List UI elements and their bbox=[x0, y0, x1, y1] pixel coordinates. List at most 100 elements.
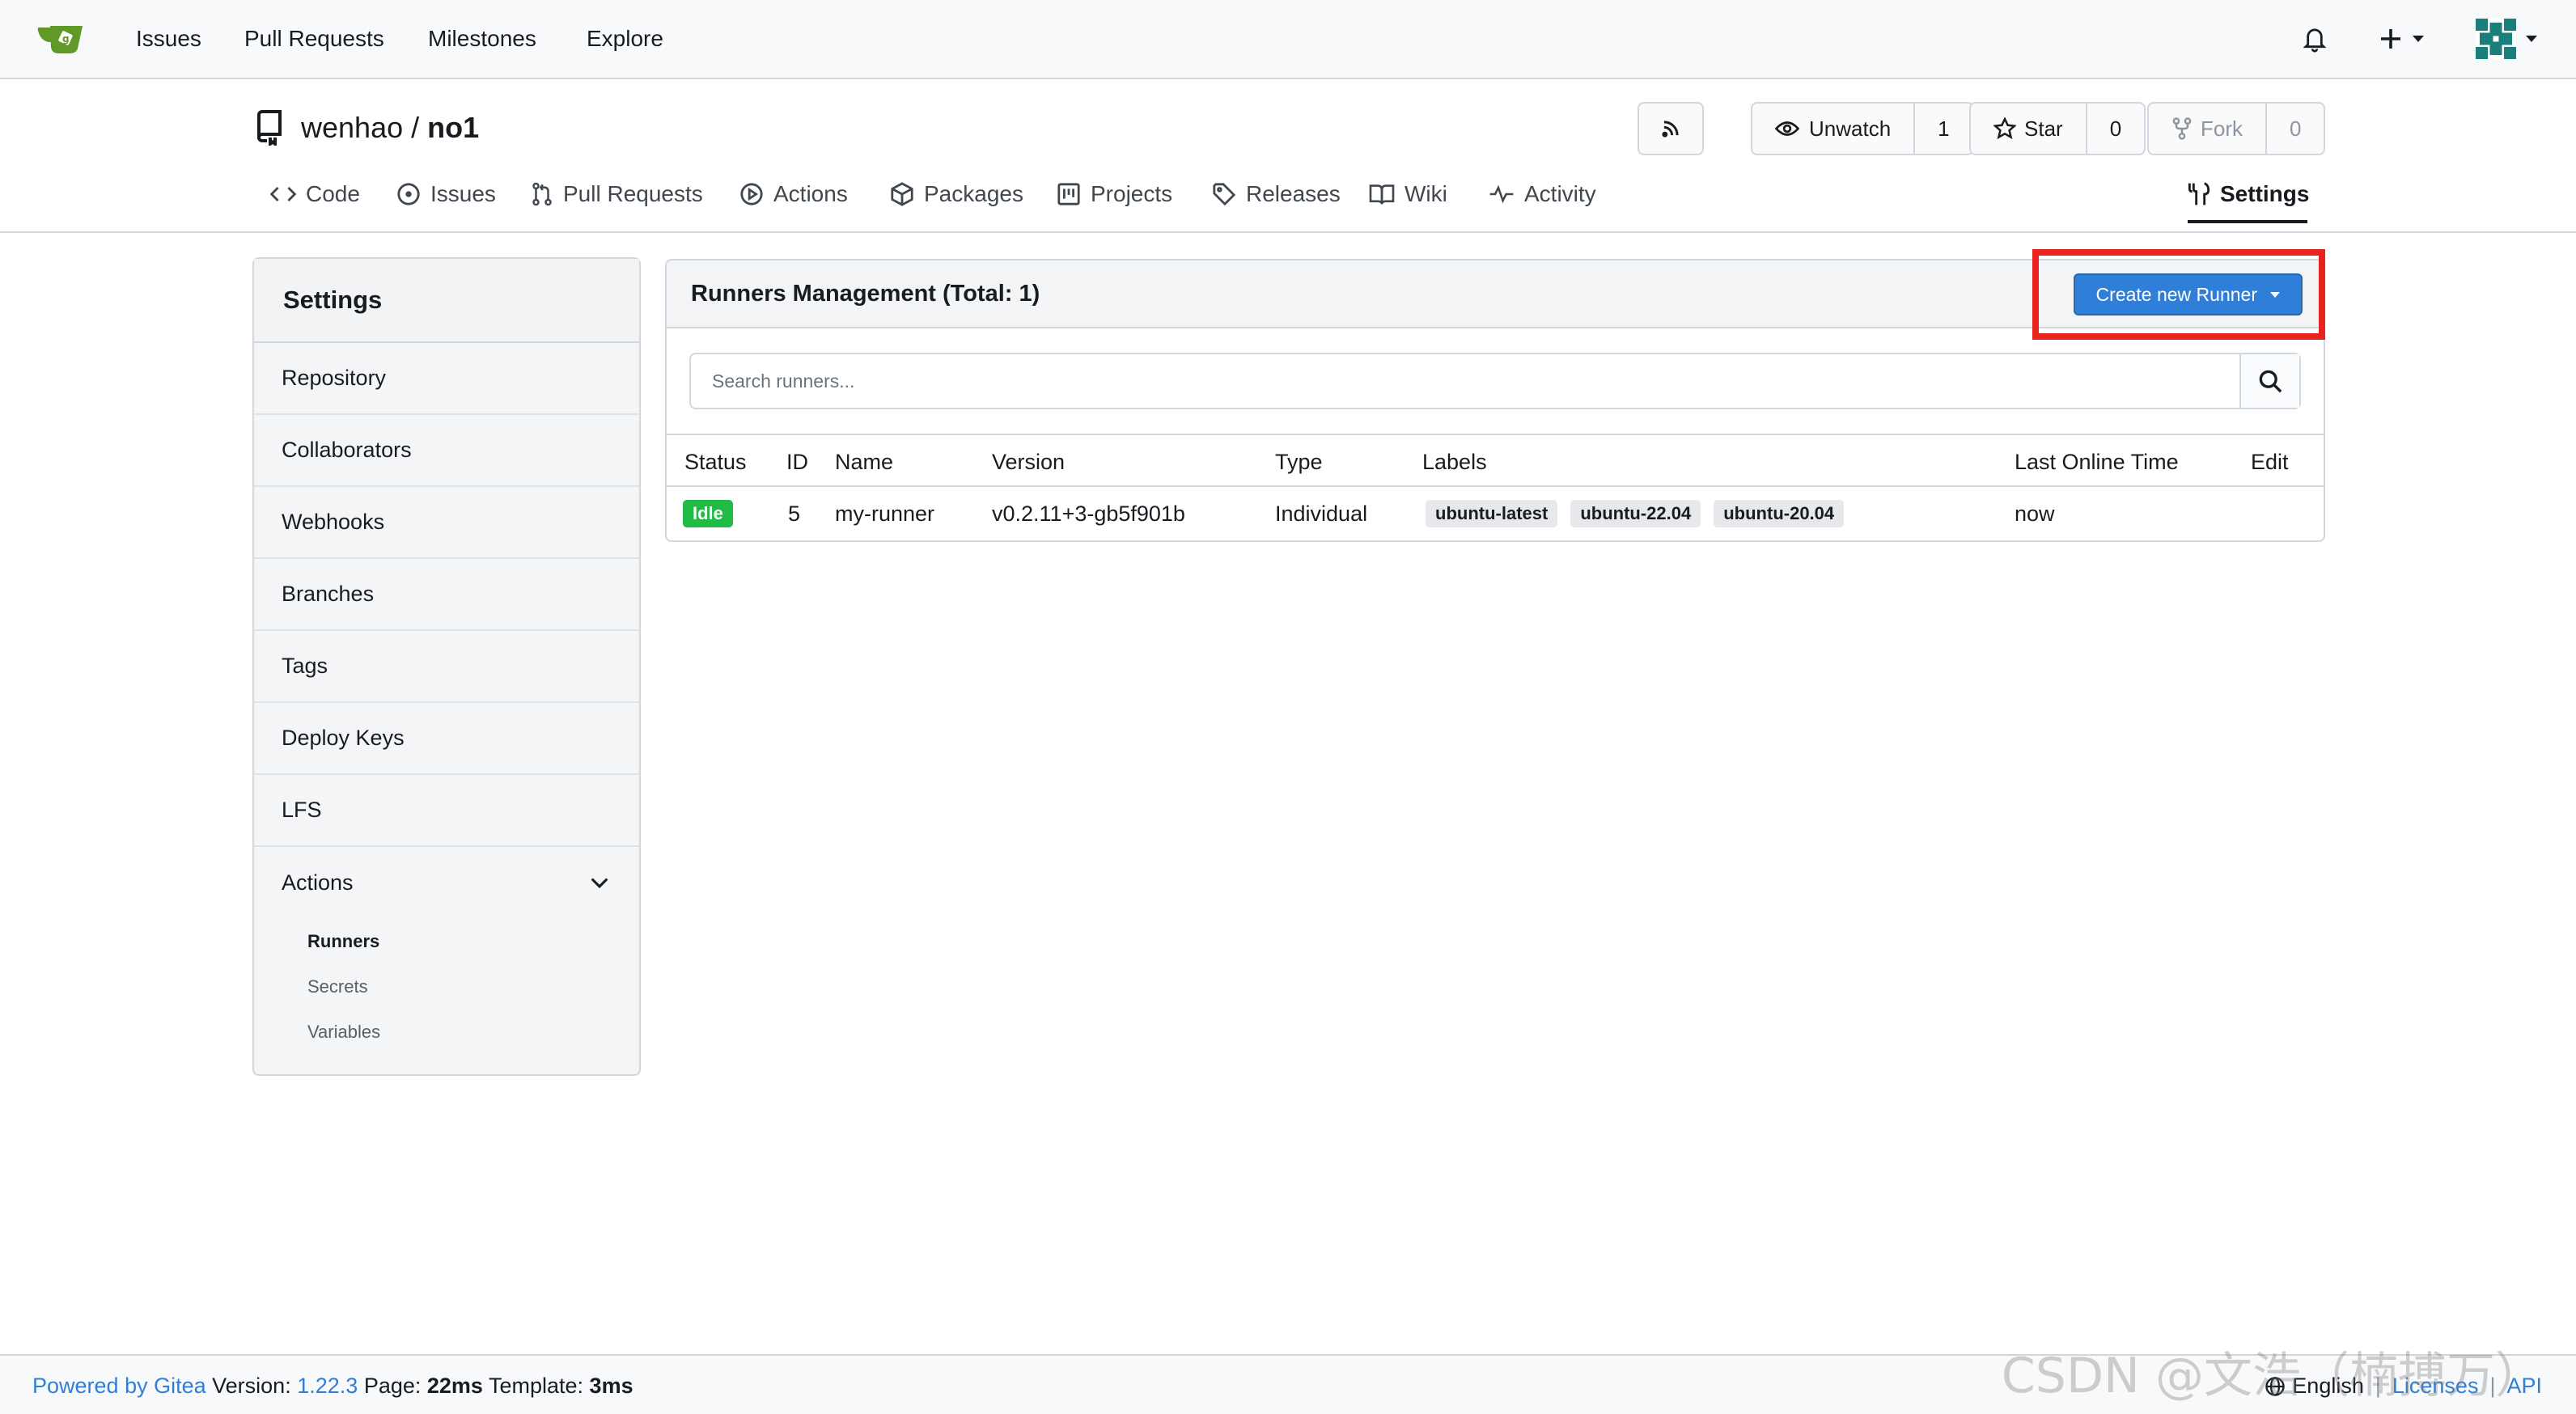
repo-path-separator: / bbox=[411, 111, 420, 144]
repo-header: wenhao / no1 Unwatch 1 Star 0 Fork 0 Cod… bbox=[0, 79, 2576, 233]
tab-activity[interactable]: Activity bbox=[1489, 175, 1596, 214]
search-button[interactable] bbox=[2239, 354, 2299, 408]
package-icon bbox=[891, 182, 913, 206]
gitea-logo-icon[interactable]: g bbox=[36, 21, 86, 57]
globe-icon bbox=[2265, 1376, 2285, 1396]
search-runners-input[interactable] bbox=[691, 354, 2239, 408]
tag-icon bbox=[1213, 183, 1236, 206]
tab-activity-label: Activity bbox=[1524, 181, 1596, 206]
tab-pull-requests[interactable]: Pull Requests bbox=[531, 175, 703, 214]
book-icon bbox=[1369, 184, 1395, 205]
column-header-status[interactable]: Status bbox=[684, 435, 747, 489]
avatar bbox=[2476, 19, 2516, 59]
tab-settings[interactable]: Settings bbox=[2188, 175, 2309, 214]
top-navbar: g Issues Pull Requests Milestones Explor… bbox=[0, 0, 2576, 79]
sidebar-subitem-variables[interactable]: Variables bbox=[254, 1010, 639, 1055]
forks-count[interactable]: 0 bbox=[2265, 104, 2324, 154]
chevron-down-icon bbox=[2413, 36, 2424, 42]
panel-title: Runners Management (Total: 1) bbox=[691, 280, 1040, 307]
pull-request-icon bbox=[532, 182, 552, 206]
column-header-version[interactable]: Version bbox=[992, 435, 1065, 489]
runner-label-chip: ubuntu-22.04 bbox=[1570, 500, 1701, 527]
sidebar-item-branches[interactable]: Branches bbox=[254, 559, 639, 631]
table-header-row: Status ID Name Version Type Labels Last … bbox=[667, 434, 2324, 489]
repo-icon bbox=[256, 110, 282, 146]
create-menu-button[interactable] bbox=[2379, 18, 2424, 60]
sidebar-item-actions[interactable]: Actions bbox=[254, 847, 639, 919]
tab-wiki[interactable]: Wiki bbox=[1369, 175, 1447, 214]
rss-icon bbox=[1662, 121, 1679, 138]
runner-type: Individual bbox=[1275, 501, 1368, 526]
language-selector[interactable]: English bbox=[2292, 1374, 2364, 1399]
tab-releases-label: Releases bbox=[1246, 181, 1341, 206]
nav-issues[interactable]: Issues bbox=[136, 26, 201, 52]
create-new-runner-label: Create new Runner bbox=[2095, 283, 2257, 305]
sidebar-item-deploy-keys[interactable]: Deploy Keys bbox=[254, 703, 639, 775]
runners-table: Status ID Name Version Type Labels Last … bbox=[667, 434, 2324, 540]
chevron-down-icon bbox=[2526, 36, 2537, 42]
column-header-type[interactable]: Type bbox=[1275, 435, 1323, 489]
table-row: Idle 5 my-runner v0.2.11+3-gb5f901b Indi… bbox=[667, 487, 2324, 540]
licenses-link[interactable]: Licenses bbox=[2392, 1374, 2479, 1399]
nav-pull-requests[interactable]: Pull Requests bbox=[244, 26, 384, 52]
repo-title: wenhao / no1 bbox=[254, 110, 479, 146]
tab-packages-label: Packages bbox=[924, 181, 1023, 206]
user-menu-button[interactable] bbox=[2476, 18, 2537, 60]
tab-projects[interactable]: Projects bbox=[1057, 175, 1172, 214]
fork-label: Fork bbox=[2201, 116, 2243, 141]
star-label: Star bbox=[2024, 116, 2063, 141]
runner-labels: ubuntu-latest ubuntu-22.04 ubuntu-20.04 bbox=[1426, 487, 1857, 540]
column-header-edit: Edit bbox=[2251, 449, 2289, 474]
runner-version: v0.2.11+3-gb5f901b bbox=[992, 501, 1185, 526]
runner-label-chip: ubuntu-20.04 bbox=[1714, 500, 1845, 527]
create-new-runner-button[interactable]: Create new Runner bbox=[2073, 273, 2303, 315]
nav-explore[interactable]: Explore bbox=[587, 26, 663, 52]
status-badge: Idle bbox=[683, 500, 733, 527]
runner-id: 5 bbox=[788, 501, 801, 526]
footer-template-label: Template: bbox=[488, 1374, 584, 1398]
api-link[interactable]: API bbox=[2506, 1374, 2542, 1399]
tab-releases[interactable]: Releases bbox=[1212, 175, 1341, 214]
tab-wiki-label: Wiki bbox=[1405, 181, 1447, 206]
repo-name-link[interactable]: no1 bbox=[427, 111, 479, 145]
sidebar-item-tags[interactable]: Tags bbox=[254, 631, 639, 703]
tab-code-label: Code bbox=[306, 181, 360, 206]
column-header-name[interactable]: Name bbox=[835, 435, 893, 489]
search-icon bbox=[2259, 370, 2282, 393]
sidebar-subitem-runners[interactable]: Runners bbox=[254, 919, 639, 964]
chevron-down-icon bbox=[591, 877, 608, 888]
tab-code[interactable]: Code bbox=[270, 175, 360, 214]
tab-packages[interactable]: Packages bbox=[890, 175, 1023, 214]
star-button[interactable]: Star bbox=[1971, 104, 2086, 154]
watchers-count[interactable]: 1 bbox=[1913, 104, 1972, 154]
powered-by-gitea-link[interactable]: Powered by Gitea bbox=[32, 1374, 206, 1398]
stars-count[interactable]: 0 bbox=[2085, 104, 2144, 154]
nav-milestones[interactable]: Milestones bbox=[428, 26, 536, 52]
repo-owner-link[interactable]: wenhao bbox=[301, 111, 403, 145]
tab-issues-label: Issues bbox=[430, 181, 496, 206]
tab-settings-label: Settings bbox=[2220, 181, 2310, 206]
footer-version-link[interactable]: 1.22.3 bbox=[297, 1374, 358, 1398]
runner-name: my-runner bbox=[835, 501, 935, 526]
runners-panel: Runners Management (Total: 1) Create new… bbox=[665, 259, 2325, 542]
project-icon bbox=[1057, 183, 1080, 205]
rss-button[interactable] bbox=[1638, 102, 1704, 155]
column-header-id[interactable]: ID bbox=[786, 435, 808, 489]
tab-actions[interactable]: Actions bbox=[739, 175, 848, 214]
play-icon bbox=[740, 183, 763, 205]
column-header-last-online-time[interactable]: Last Online Time bbox=[2015, 435, 2179, 489]
settings-sidebar: Settings Repository Collaborators Webhoo… bbox=[252, 257, 641, 1076]
sidebar-item-repository[interactable]: Repository bbox=[254, 343, 639, 415]
notifications-button[interactable] bbox=[2301, 18, 2328, 60]
footer-template-time: 3ms bbox=[589, 1374, 633, 1398]
sidebar-item-collaborators[interactable]: Collaborators bbox=[254, 415, 639, 487]
fork-button[interactable]: Fork bbox=[2149, 104, 2265, 154]
sidebar-item-lfs[interactable]: LFS bbox=[254, 775, 639, 847]
chevron-down-icon bbox=[2270, 291, 2280, 298]
unwatch-label: Unwatch bbox=[1809, 116, 1892, 141]
unwatch-button[interactable]: Unwatch bbox=[1752, 104, 1913, 154]
tab-issues[interactable]: Issues bbox=[396, 175, 496, 214]
sidebar-item-webhooks[interactable]: Webhooks bbox=[254, 487, 639, 559]
sidebar-subitem-secrets[interactable]: Secrets bbox=[254, 964, 639, 1010]
code-icon bbox=[270, 186, 296, 202]
